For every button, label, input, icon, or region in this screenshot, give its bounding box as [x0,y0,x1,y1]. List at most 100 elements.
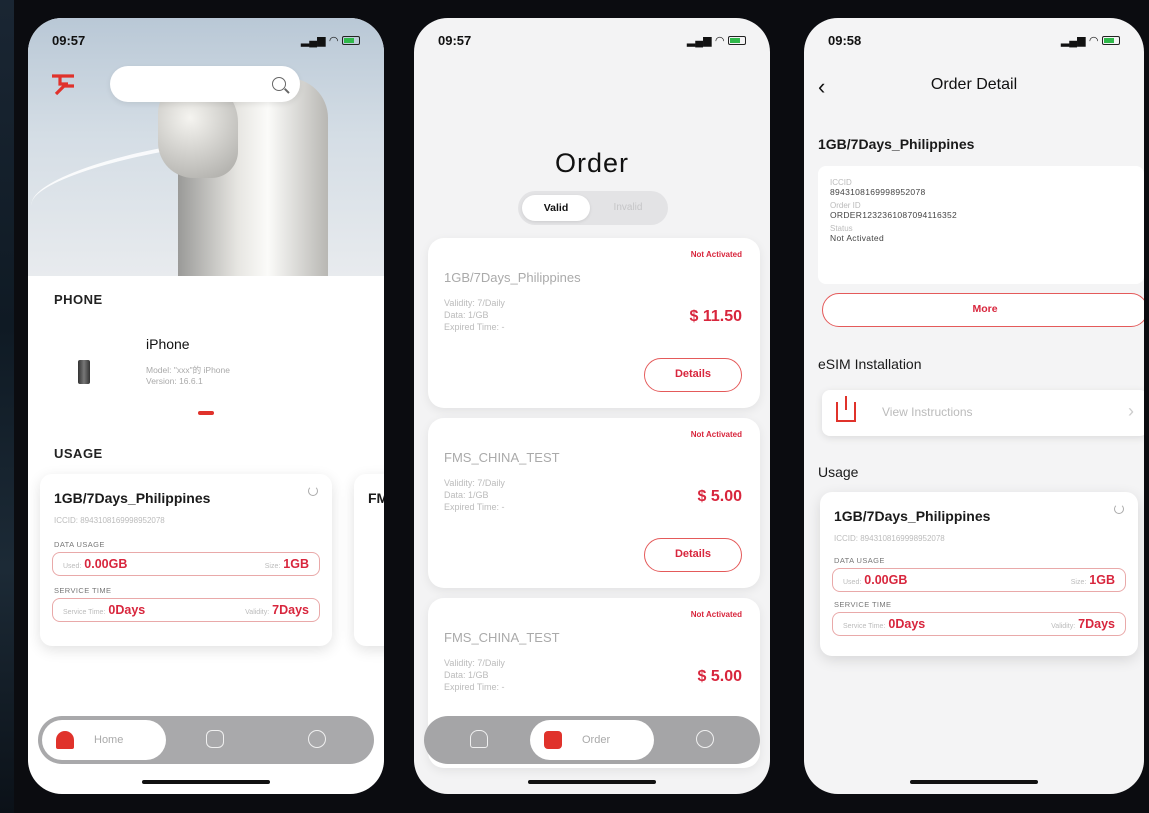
order-detail-screen: 09:58 ▂▄▆ ◠ ‹ Order Detail 1GB/7Days_Phi… [804,18,1144,794]
order-data: Data: 1/GB [444,670,489,680]
hero-banner-image [28,18,384,276]
esim-installation-heading: eSIM Installation [818,356,922,372]
validity-field: Validity: 7Days [1051,617,1115,631]
section-title-usage: USAGE [54,446,103,461]
battery-icon [342,35,360,45]
profile-icon[interactable] [696,730,714,748]
usage-card[interactable]: 1GB/7Days_Philippines ICCID: 89431081699… [820,492,1138,656]
status-badge: Not Activated [690,610,742,619]
profile-icon[interactable] [308,730,326,748]
carousel-indicator [198,411,214,415]
order-validity: Validity: 7/Daily [444,478,505,488]
order-id-value: ORDER1232361087094116352 [830,210,958,220]
usage-card-next[interactable]: FM [354,474,384,646]
view-instructions-row[interactable]: View Instructions › [822,390,1144,436]
tab-invalid[interactable]: Invalid [598,195,658,221]
search-input[interactable] [110,66,300,102]
signal-icon: ▂▄▆ [686,34,712,47]
data-usage-row: Used: 0.00GB Size: 1GB [832,568,1126,592]
battery-icon [1102,35,1120,45]
home-icon[interactable] [470,730,488,748]
order-name: FMS_CHINA_TEST [444,450,560,465]
used-field: Used: 0.00GB [843,573,908,587]
service-time-row: Service Time: 0Days Validity: 7Days [832,612,1126,636]
battery-icon [728,35,746,45]
more-button[interactable]: More [822,293,1144,327]
device-version: Version: 16.6.1 [146,376,203,386]
order-screen: 09:57 ▂▄▆ ◠ Order Valid Invalid Not Acti… [414,18,770,794]
order-icon [544,731,562,749]
page-title: Order [554,148,630,178]
refresh-icon[interactable] [308,486,318,496]
device-name: iPhone [146,336,190,352]
order-card[interactable]: Not Activated 1GB/7Days_Philippines Vali… [428,238,760,408]
status-time: 09:57 [438,32,472,48]
view-instructions-label: View Instructions [882,405,973,419]
usage-plan-name-next: FM [368,490,384,506]
order-id-label: Order ID [830,201,861,210]
data-usage-label: DATA USAGE [834,556,885,565]
device-card[interactable]: iPhone Model: "xxx"的 iPhone Version: 16.… [68,330,364,410]
refresh-icon[interactable] [1114,504,1124,514]
size-field: Size: 1GB [264,557,309,571]
iccid-label: ICCID [830,178,852,187]
nav-home-tab[interactable]: Home [42,720,166,760]
order-validity: Validity: 7/Daily [444,658,505,668]
order-expired: Expired Time: - [444,682,505,692]
usage-card[interactable]: 1GB/7Days_Philippines ICCID: 89431081699… [40,474,332,646]
order-validity: Validity: 7/Daily [444,298,505,308]
section-title-phone: PHONE [54,292,103,307]
order-expired: Expired Time: - [444,322,505,332]
status-bar: 09:57 ▂▄▆ ◠ [438,30,746,50]
home-indicator [528,780,656,784]
status-badge: Not Activated [690,430,742,439]
search-icon[interactable] [272,77,286,91]
service-time-field: Service Time: 0Days [843,617,926,631]
wifi-icon: ◠ [715,34,724,47]
order-price: $ 5.00 [697,668,742,685]
details-button[interactable]: Details [644,358,742,392]
order-filter-toggle: Valid Invalid [518,191,668,225]
brand-logo-icon [50,74,76,96]
wifi-icon: ◠ [1089,34,1098,47]
nav-home-label: Home [94,734,124,746]
download-icon [836,396,856,422]
service-time-label: SERVICE TIME [834,600,892,609]
order-info-box: ICCID 8943108169998952078 Order ID ORDER… [818,166,1144,284]
bottom-nav-bar: Home [38,716,374,764]
data-usage-label: DATA USAGE [54,540,105,549]
home-screen: 09:57 ▂▄▆ ◠ PHONE iPhone Model: "xxx"的 i… [28,18,384,794]
status-time: 09:57 [52,32,86,48]
device-model: Model: "xxx"的 iPhone [146,365,230,375]
usage-heading: Usage [818,464,859,480]
home-icon [56,731,74,749]
home-indicator [910,780,1038,784]
usage-iccid: ICCID: 8943108169998952078 [834,534,945,543]
status-badge: Not Activated [690,250,742,259]
data-usage-row: Used: 0.00GB Size: 1GB [52,552,320,576]
status-icons: ▂▄▆ ◠ [1061,34,1120,47]
chevron-right-icon: › [1128,401,1134,421]
order-name: 1GB/7Days_Philippines [444,270,581,285]
service-time-row: Service Time: 0Days Validity: 7Days [52,598,320,622]
order-card[interactable]: Not Activated FMS_CHINA_TEST Validity: 7… [428,418,760,588]
bottom-nav-bar: Order [424,716,760,764]
nav-order-tab[interactable]: Order [530,720,654,760]
size-field: Size: 1GB [1070,573,1115,587]
signal-icon: ▂▄▆ [300,34,326,47]
order-price: $ 11.50 [689,308,743,325]
background-window-strip [0,0,14,813]
tab-valid[interactable]: Valid [522,195,590,221]
usage-iccid: ICCID: 8943108169998952078 [54,516,165,525]
home-indicator [142,780,270,784]
status-bar: 09:58 ▂▄▆ ◠ [828,30,1120,50]
order-icon[interactable] [206,730,224,748]
order-data: Data: 1/GB [444,490,489,500]
order-data: Data: 1/GB [444,310,489,320]
signal-icon: ▂▄▆ [1060,34,1086,47]
details-button[interactable]: Details [644,538,742,572]
order-name: FMS_CHINA_TEST [444,630,560,645]
iphone-device-icon [78,360,90,384]
status-bar: 09:57 ▂▄▆ ◠ [52,30,360,50]
status-time: 09:58 [828,32,862,48]
